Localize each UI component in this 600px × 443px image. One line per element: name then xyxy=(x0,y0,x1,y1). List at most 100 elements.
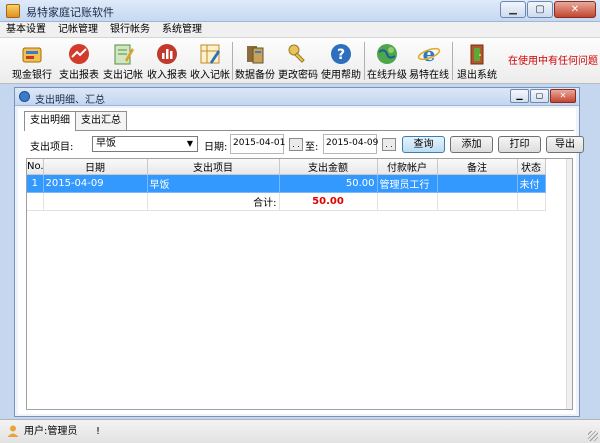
backup-icon xyxy=(247,46,264,64)
toolbar-income-report-button[interactable]: 收入报表 xyxy=(146,40,188,82)
child-minimize-button[interactable]: ▁ xyxy=(510,89,529,103)
expense-item-select[interactable]: 早饭 ▼ xyxy=(92,136,198,152)
app-title: 易特家庭记账软件 xyxy=(26,6,114,19)
menu-system[interactable]: 系统管理 xyxy=(156,22,208,37)
resize-grip[interactable] xyxy=(588,431,598,441)
svg-text:e: e xyxy=(423,42,436,66)
col-header-date[interactable]: 日期 xyxy=(43,159,148,175)
date-to-label: 至: xyxy=(305,142,319,153)
help-notice: 在使用中有任何问题 xyxy=(508,56,598,67)
cell-note xyxy=(437,174,518,193)
menu-accounting[interactable]: 记帐管理 xyxy=(52,22,104,37)
toolbar-change-password-button[interactable]: 更改密码 xyxy=(278,40,318,82)
toolbar-help-button[interactable]: ? 使用帮助 xyxy=(320,40,362,82)
export-button[interactable]: 导出 xyxy=(546,136,584,153)
expense-detail-window: 支出明细、汇总 ▁ ▢ ✕ 支出明细 支出汇总 支出项目: 早饭 ▼ 日期: 2… xyxy=(14,87,584,417)
chevron-down-icon[interactable]: ▼ xyxy=(183,137,197,151)
col-header-no[interactable]: No. xyxy=(27,159,44,175)
filter-bar: 支出项目: 早饭 ▼ 日期: 2015-04-01 . . 至: 2015-04… xyxy=(28,134,584,154)
menu-bar: 基本设置 记帐管理 银行帐务 系统管理 xyxy=(0,22,600,38)
globe-icon xyxy=(377,44,397,64)
menu-bank[interactable]: 银行帐务 xyxy=(104,22,156,37)
tab-divider xyxy=(24,130,574,131)
toolbar-yite-online-button[interactable]: e 易特在线 xyxy=(408,40,450,82)
child-window-controls: ▁ ▢ ✕ xyxy=(509,89,576,103)
toolbar-online-upgrade-button[interactable]: 在线升级 xyxy=(366,40,408,82)
child-title: 支出明细、汇总 xyxy=(35,95,105,106)
cell-account: 管理员工行 xyxy=(377,174,438,193)
cell-empty xyxy=(517,192,546,211)
add-button[interactable]: 添加 xyxy=(450,136,493,153)
exit-icon xyxy=(470,44,484,65)
cell-no: 1 xyxy=(27,174,44,193)
window-controls: ▁ ▢ ✕ xyxy=(499,1,596,18)
cash-bank-icon xyxy=(22,47,42,63)
col-header-amount[interactable]: 支出金额 xyxy=(279,159,378,175)
child-close-button[interactable]: ✕ xyxy=(550,89,576,103)
table-row[interactable]: 1 2015-04-09 早饭 50.00 管理员工行 未付 xyxy=(27,174,546,193)
cell-empty xyxy=(27,192,44,211)
cell-empty xyxy=(377,192,438,211)
total-label: 合计: xyxy=(147,192,280,211)
col-header-note[interactable]: 备注 xyxy=(437,159,518,175)
maximize-button[interactable]: ▢ xyxy=(527,1,553,18)
toolbar-separator xyxy=(364,42,365,80)
window-icon xyxy=(19,91,30,102)
print-button[interactable]: 打印 xyxy=(498,136,541,153)
cell-status: 未付 xyxy=(517,174,546,193)
date-to-input[interactable]: 2015-04-09 xyxy=(323,134,378,154)
minimize-button[interactable]: ▁ xyxy=(500,1,526,18)
toolbar-income-entry-button[interactable]: 收入记帐 xyxy=(190,40,230,82)
total-amount: 50.00 xyxy=(279,192,378,211)
tab-strip: 支出明细 支出汇总 xyxy=(24,111,127,131)
table-header-row: No. 日期 支出项目 支出金额 付款帐户 备注 状态 xyxy=(27,159,546,175)
child-maximize-button[interactable]: ▢ xyxy=(530,89,549,103)
date-from-input[interactable]: 2015-04-01 xyxy=(230,134,285,154)
date-from-picker-button[interactable]: . . xyxy=(289,138,303,151)
main-toolbar: 现金银行 支出报表 支出记帐 收入报表 收入记帐 数据备份 更改密码 ? 使用帮… xyxy=(0,38,600,84)
app-icon xyxy=(6,4,20,18)
svg-text:?: ? xyxy=(337,47,345,63)
app-titlebar: 易特家庭记账软件 ▁ ▢ ✕ xyxy=(0,0,600,22)
help-icon: ? xyxy=(331,44,351,64)
grid-vertical-scrollbar[interactable] xyxy=(566,159,572,409)
key-icon xyxy=(288,44,305,63)
tab-expense-detail[interactable]: 支出明细 xyxy=(24,111,76,131)
expense-report-icon xyxy=(69,44,89,64)
cell-empty xyxy=(437,192,518,211)
ie-icon: e xyxy=(417,42,441,66)
expense-table: No. 日期 支出项目 支出金额 付款帐户 备注 状态 1 2015-04-09… xyxy=(27,159,546,211)
toolbar-expense-entry-button[interactable]: 支出记帐 xyxy=(102,40,144,82)
cell-item: 早饭 xyxy=(147,174,280,193)
total-row: 合计: 50.00 xyxy=(27,192,546,211)
income-entry-icon xyxy=(200,44,220,64)
status-bar: 用户:管理员 ! xyxy=(0,419,600,443)
expense-item-value: 早饭 xyxy=(96,138,116,149)
child-client: 支出明细 支出汇总 支出项目: 早饭 ▼ 日期: 2015-04-01 . . … xyxy=(18,108,584,414)
status-indicator: ! xyxy=(96,426,101,437)
tab-expense-summary[interactable]: 支出汇总 xyxy=(75,111,127,130)
expense-grid: No. 日期 支出项目 支出金额 付款帐户 备注 状态 1 2015-04-09… xyxy=(26,158,573,410)
close-button[interactable]: ✕ xyxy=(554,1,596,18)
query-button[interactable]: 查询 xyxy=(402,136,445,153)
expense-entry-icon xyxy=(114,44,134,65)
date-label: 日期: xyxy=(204,142,228,153)
expense-item-label: 支出项目: xyxy=(30,142,74,153)
cell-amount: 50.00 xyxy=(279,174,378,193)
date-to-picker-button[interactable]: . . xyxy=(382,138,396,151)
toolbar-expense-report-button[interactable]: 支出报表 xyxy=(58,40,100,82)
toolbar-cash-bank-button[interactable]: 现金银行 xyxy=(8,40,56,82)
cell-empty xyxy=(43,192,148,211)
col-header-account[interactable]: 付款帐户 xyxy=(377,159,438,175)
toolbar-separator xyxy=(232,42,233,80)
col-header-status[interactable]: 状态 xyxy=(517,159,546,175)
toolbar-backup-button[interactable]: 数据备份 xyxy=(234,40,276,82)
user-icon xyxy=(7,425,19,437)
col-header-item[interactable]: 支出项目 xyxy=(147,159,280,175)
status-user: 用户:管理员 xyxy=(24,426,78,437)
toolbar-exit-button[interactable]: 退出系统 xyxy=(454,40,500,82)
cell-date: 2015-04-09 xyxy=(43,174,148,193)
menu-basic-settings[interactable]: 基本设置 xyxy=(0,22,52,37)
child-titlebar: 支出明细、汇总 ▁ ▢ ✕ xyxy=(15,88,579,106)
toolbar-separator xyxy=(452,42,453,80)
